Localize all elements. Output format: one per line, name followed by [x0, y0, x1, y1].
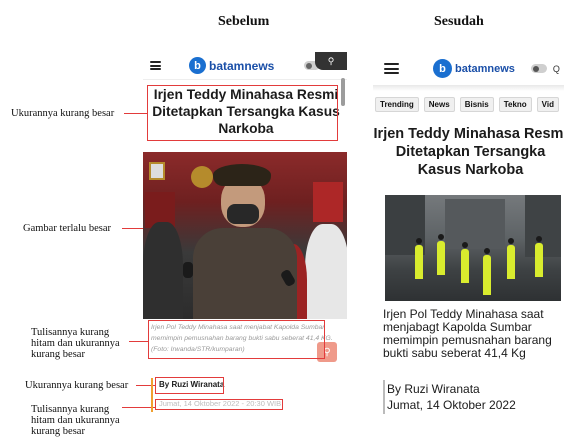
note-caption-line3: kurang besar: [31, 349, 85, 360]
note-caption-line1: Tulisannya kurang: [31, 327, 110, 338]
after-column-title: Sesudah: [434, 14, 484, 29]
note-date-line2: hitam dan ukurannya: [31, 415, 120, 426]
article-photo: [143, 152, 347, 319]
photo-caption: Irjen Pol Teddy Minahasa saat menjabagt …: [383, 307, 552, 360]
hamburger-icon[interactable]: [384, 63, 399, 74]
note-headline: Ukurannya kurang besar: [11, 108, 115, 119]
note-caption: Tulisannya kurang hitam dan ukurannya ku…: [31, 327, 120, 360]
chip-news[interactable]: News: [423, 97, 455, 112]
chip-trending[interactable]: Trending: [375, 97, 419, 112]
before-column-title: Sebelum: [218, 14, 270, 29]
author-date-bar: [383, 380, 385, 414]
author-highlight-box: [155, 377, 224, 394]
note-caption-line: [129, 341, 148, 343]
after-phone-screen: b batamnews Q Trending News Bisnis Tekno…: [373, 52, 564, 437]
note-headline-line: [124, 113, 147, 115]
search-icon[interactable]: ⚲: [315, 52, 347, 70]
after-navbar: b batamnews Q: [373, 52, 564, 85]
chip-bisnis[interactable]: Bisnis: [459, 97, 494, 112]
article-date: Jumat, 14 Oktober 2022: [387, 398, 516, 412]
site-brand[interactable]: b batamnews: [433, 59, 515, 78]
batamnews-logo-icon: b: [433, 59, 452, 78]
article-headline: Irjen Teddy Minahasa Resmi Ditetapkan Te…: [373, 126, 564, 178]
note-caption-line2: hitam dan ukurannya: [31, 338, 120, 349]
note-date-line3: kurang besar: [31, 426, 85, 437]
date-highlight-box: [155, 399, 283, 410]
note-image: Gambar terlalu besar: [23, 223, 112, 234]
batamnews-logo-icon: b: [189, 57, 206, 74]
brand-name: batamnews: [455, 62, 515, 75]
headline-highlight-box: [147, 85, 338, 141]
chip-video[interactable]: Vid: [536, 97, 559, 112]
theme-toggle-icon[interactable]: [530, 64, 547, 73]
site-brand[interactable]: b batamnews: [189, 57, 274, 74]
note-date: Tulisannya kurang hitam dan ukurannya ku…: [31, 404, 120, 437]
hamburger-icon[interactable]: [150, 61, 161, 70]
note-image-line: [122, 228, 143, 230]
chip-tekno[interactable]: Tekno: [498, 97, 532, 112]
caption-highlight-box: [148, 320, 325, 359]
before-navbar: b batamnews ⚲: [143, 52, 347, 80]
article-author: By Ruzi Wiranata: [387, 382, 480, 396]
category-chips: Trending News Bisnis Tekno Vid: [375, 97, 559, 112]
search-icon[interactable]: Q: [553, 64, 560, 74]
brand-name: batamnews: [209, 58, 275, 73]
note-date-line1: Tulisannya kurang: [31, 404, 110, 415]
author-date-marker: [151, 378, 153, 412]
article-photo: [385, 195, 561, 301]
note-author: Ukurannya kurang besar: [25, 380, 129, 391]
navbar-shadow: [373, 85, 564, 91]
